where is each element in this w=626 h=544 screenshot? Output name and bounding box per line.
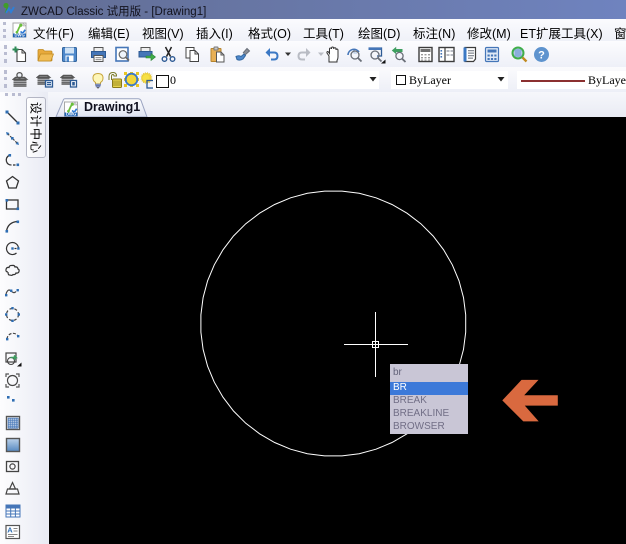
svg-text:?: ?: [538, 50, 545, 62]
svg-text:DWG: DWG: [66, 112, 76, 117]
svg-text:A: A: [7, 526, 13, 535]
svg-text:DWG: DWG: [14, 33, 24, 38]
